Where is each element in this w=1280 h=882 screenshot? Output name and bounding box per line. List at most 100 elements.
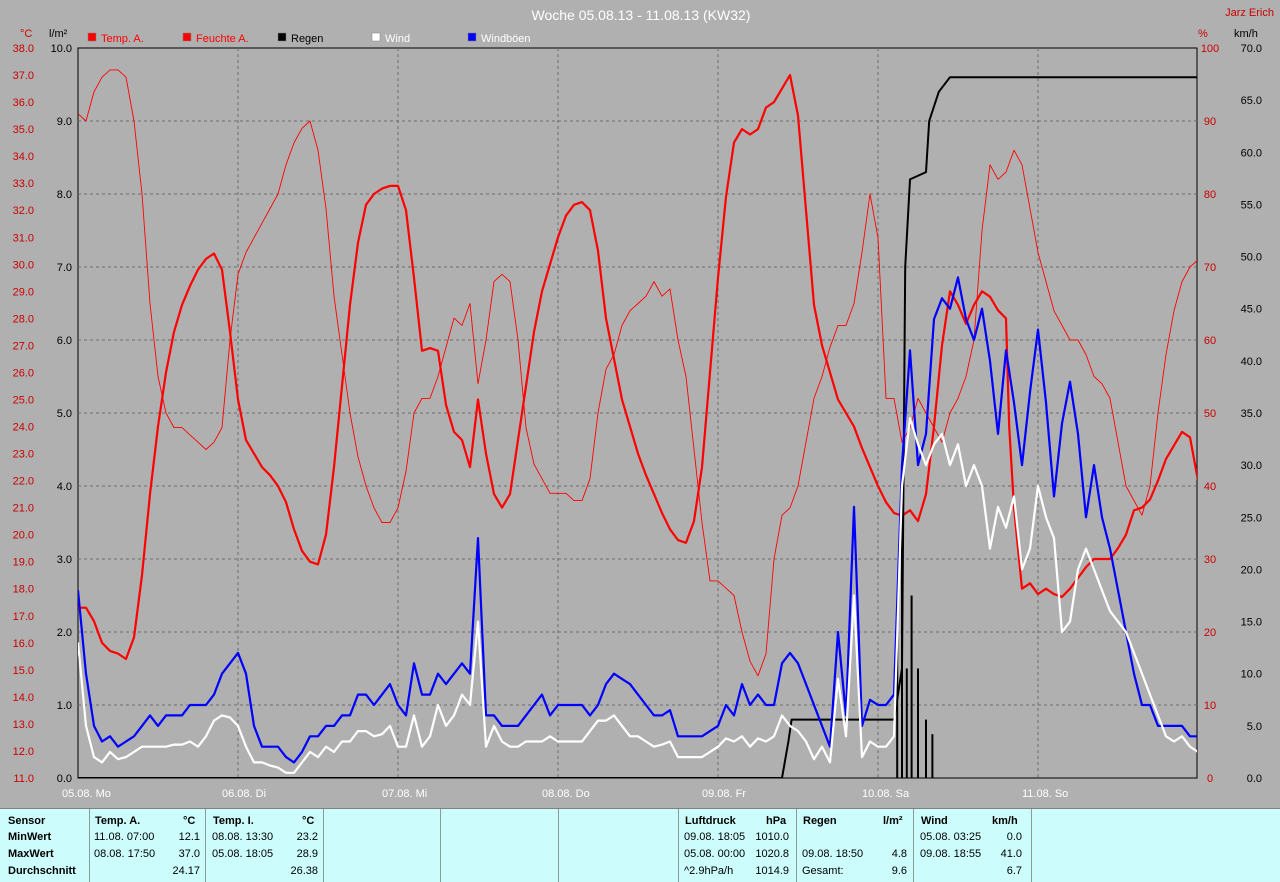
temp-i-min-date: 08.08. 13:30 bbox=[212, 831, 274, 843]
luftdruck-min-date: 09.08. 18:05 bbox=[684, 831, 746, 843]
temp-i-unit: °C bbox=[302, 815, 315, 827]
legend-label: Regen bbox=[291, 33, 323, 45]
divider bbox=[913, 809, 914, 882]
temp-tick-label: 29.0 bbox=[13, 286, 34, 298]
station-name: Jarz Erich bbox=[1225, 7, 1274, 19]
humidity-unit-label: % bbox=[1198, 28, 1208, 40]
legend-swatch bbox=[467, 32, 477, 42]
wind-tick-label: 60.0 bbox=[1241, 147, 1262, 159]
wind-tick-label: 10.0 bbox=[1241, 669, 1262, 681]
temp-tick-label: 28.0 bbox=[13, 313, 34, 325]
regen-total-label: Gesamt: bbox=[802, 865, 844, 877]
legend-swatch bbox=[277, 32, 287, 42]
divider bbox=[440, 809, 441, 882]
x-tick-label: 05.08. Mo bbox=[62, 788, 111, 800]
row-label-avg: Durchschnitt bbox=[8, 865, 76, 877]
temp-i-min-val: 23.2 bbox=[296, 831, 318, 843]
wind-min-val: 0.0 bbox=[1006, 831, 1022, 843]
temp-a-min-date: 11.08. 07:00 bbox=[94, 831, 155, 843]
wind-tick-label: 45.0 bbox=[1241, 304, 1262, 316]
temp-tick-label: 15.0 bbox=[13, 665, 34, 677]
temp-tick-label: 13.0 bbox=[13, 719, 34, 731]
temp-tick-label: 35.0 bbox=[13, 124, 34, 136]
humidity-tick-label: 20 bbox=[1204, 627, 1216, 639]
wind-tick-label: 0.0 bbox=[1247, 773, 1262, 785]
temp-tick-label: 12.0 bbox=[13, 746, 34, 758]
wind-tick-label: 15.0 bbox=[1241, 617, 1262, 629]
legend-swatch bbox=[182, 32, 192, 42]
legend-swatch bbox=[87, 32, 97, 42]
temp-tick-label: 24.0 bbox=[13, 422, 34, 434]
luftdruck-max-date: 05.08. 00:00 bbox=[684, 848, 746, 860]
rain-tick-label: 5.0 bbox=[57, 408, 72, 420]
temp-tick-label: 36.0 bbox=[13, 97, 34, 109]
wind-unit-label: km/h bbox=[1234, 28, 1258, 40]
temp-a-avg: 24.17 bbox=[172, 865, 200, 877]
divider bbox=[89, 809, 90, 882]
temp-a-unit: °C bbox=[183, 815, 196, 827]
wind-max-val: 41.0 bbox=[1000, 848, 1022, 860]
temp-i-avg: 26.38 bbox=[290, 865, 318, 877]
rain-unit-label: l/m² bbox=[49, 28, 68, 40]
divider bbox=[796, 809, 797, 882]
humidity-tick-label: 50 bbox=[1204, 408, 1216, 420]
rain-tick-label: 7.0 bbox=[57, 262, 72, 274]
divider bbox=[1031, 809, 1032, 882]
wind-title: Wind bbox=[921, 815, 948, 827]
x-tick-label: 09.08. Fr bbox=[702, 788, 746, 800]
temp-tick-label: 19.0 bbox=[13, 557, 34, 569]
humidity-tick-label: 100 bbox=[1201, 43, 1219, 55]
temp-tick-label: 11.0 bbox=[13, 773, 34, 785]
row-label-max: MaxWert bbox=[8, 848, 54, 860]
rain-tick-label: 9.0 bbox=[57, 116, 72, 128]
humidity-tick-label: 0 bbox=[1207, 773, 1213, 785]
temp-tick-label: 32.0 bbox=[13, 205, 34, 217]
sensor-title: Sensor bbox=[8, 815, 46, 827]
wind-tick-label: 55.0 bbox=[1241, 199, 1262, 211]
temp-a-max-date: 08.08. 17:50 bbox=[94, 848, 156, 860]
temp-tick-label: 34.0 bbox=[13, 151, 34, 163]
wind-min-date: 05.08. 03:25 bbox=[920, 831, 982, 843]
legend-label: Temp. A. bbox=[101, 33, 144, 45]
wind-tick-label: 20.0 bbox=[1241, 564, 1262, 576]
wind-tick-label: 25.0 bbox=[1241, 512, 1262, 524]
regen-max-date: 09.08. 18:50 bbox=[802, 848, 864, 860]
temp-tick-label: 33.0 bbox=[13, 178, 34, 190]
humidity-tick-label: 80 bbox=[1204, 189, 1216, 201]
temp-tick-label: 37.0 bbox=[13, 70, 34, 82]
divider bbox=[558, 809, 559, 882]
legend-label: Windböen bbox=[481, 33, 531, 45]
temp-tick-label: 27.0 bbox=[13, 340, 34, 352]
rain-tick-label: 6.0 bbox=[57, 335, 72, 347]
wind-tick-label: 35.0 bbox=[1241, 408, 1262, 420]
temp-tick-label: 16.0 bbox=[13, 638, 34, 650]
legend-label: Feuchte A. bbox=[196, 33, 249, 45]
temp-a-max-val: 37.0 bbox=[178, 848, 200, 860]
temp-tick-label: 25.0 bbox=[13, 394, 34, 406]
temp-tick-label: 17.0 bbox=[13, 611, 34, 623]
wind-max-date: 09.08. 18:55 bbox=[920, 848, 982, 860]
temp-i-max-date: 05.08. 18:05 bbox=[212, 848, 274, 860]
temp-tick-label: 22.0 bbox=[13, 476, 34, 488]
luftdruck-min-val: 1010.0 bbox=[755, 831, 789, 843]
regen-title: Regen bbox=[803, 815, 837, 827]
wind-avg: 6.7 bbox=[1006, 865, 1022, 877]
regen-total: 9.6 bbox=[891, 865, 907, 877]
regen-max-val: 4.8 bbox=[891, 848, 907, 860]
wind-unit: km/h bbox=[992, 815, 1018, 827]
divider bbox=[678, 809, 679, 882]
divider bbox=[205, 809, 206, 882]
rain-tick-label: 2.0 bbox=[57, 627, 72, 639]
chart-title: Woche 05.08.13 - 11.08.13 (KW32) bbox=[532, 7, 751, 23]
temp-unit-label: °C bbox=[20, 28, 32, 40]
humidity-tick-label: 70 bbox=[1204, 262, 1216, 274]
temp-tick-label: 38.0 bbox=[13, 43, 34, 55]
luftdruck-title: Luftdruck bbox=[685, 815, 736, 827]
wind-tick-label: 50.0 bbox=[1241, 252, 1262, 264]
row-label-min: MinWert bbox=[8, 831, 52, 843]
wind-tick-label: 30.0 bbox=[1241, 460, 1262, 472]
humidity-tick-label: 30 bbox=[1204, 554, 1216, 566]
wind-tick-label: 65.0 bbox=[1241, 95, 1262, 107]
x-tick-label: 11.08. So bbox=[1022, 788, 1068, 800]
temp-tick-label: 31.0 bbox=[13, 232, 34, 244]
